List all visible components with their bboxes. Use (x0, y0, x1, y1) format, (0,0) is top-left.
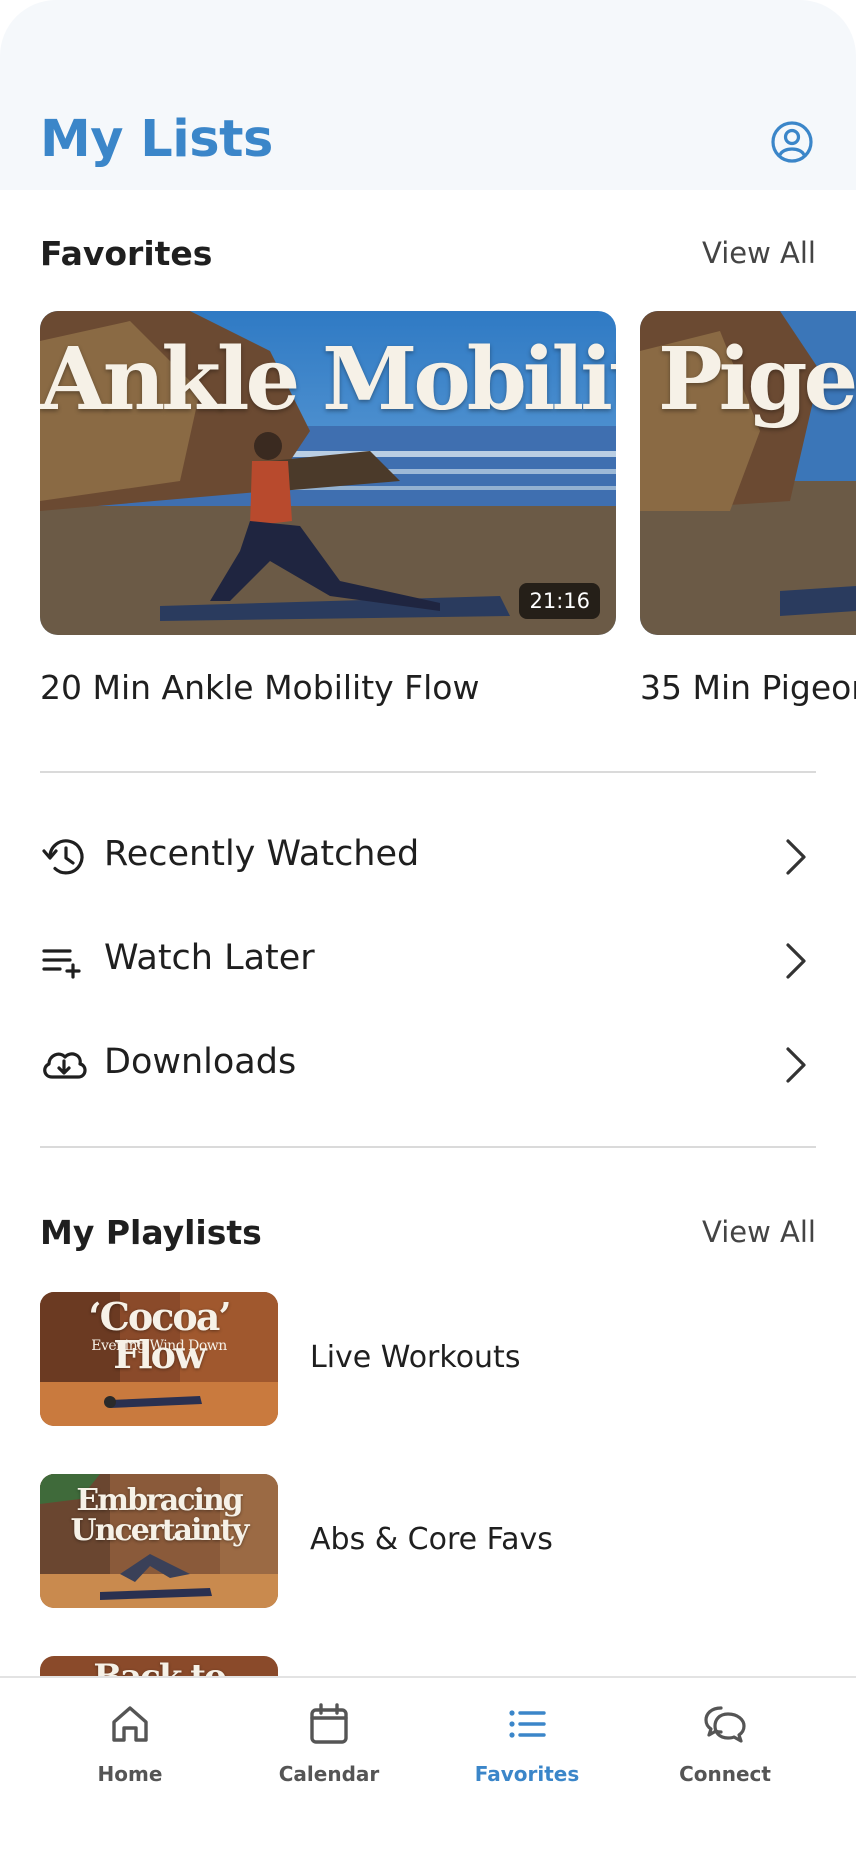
duration-badge: 21:16 (519, 583, 600, 619)
list-row-label: Watch Later (104, 938, 315, 978)
favorite-video-card[interactable]: Ankle Mobility 21:16 (40, 311, 616, 635)
favorite-video-card[interactable]: Pigeon (640, 311, 856, 635)
list-row-label: Recently Watched (104, 834, 420, 874)
playlists-view-all-link[interactable]: View All (702, 1215, 816, 1249)
playlist-thumbnail-title: Uncertainty (70, 1513, 250, 1548)
divider (40, 771, 816, 773)
playlist-thumbnail: ‘Cocoa’ Flow Evening Wind Down (40, 1292, 278, 1426)
user-circle-icon[interactable] (770, 120, 814, 164)
chevron-right-icon (786, 839, 806, 875)
playlist-thumbnail-title: ‘Cocoa’ Flow (88, 1294, 231, 1377)
favorite-video-title[interactable]: 35 Min Pigeon (640, 668, 856, 707)
favorite-video-title[interactable]: 20 Min Ankle Mobility Flow (40, 668, 480, 707)
favorites-section-title: Favorites (40, 234, 213, 273)
home-icon (112, 1706, 148, 1742)
playlist-thumbnail: Embracing Uncertainty (40, 1474, 278, 1608)
chat-bubbles-icon (704, 1706, 746, 1743)
list-icon (509, 1710, 546, 1738)
calendar-icon (310, 1703, 348, 1744)
tab-label: Favorites (474, 1762, 580, 1786)
list-row-downloads[interactable]: Downloads (40, 1025, 816, 1105)
tab-label: Connect (679, 1762, 771, 1786)
tab-favorites[interactable]: Favorites (447, 1702, 607, 1802)
playlist-item[interactable]: Back to Basics (40, 1656, 816, 1676)
tab-home[interactable]: Home (50, 1702, 210, 1802)
playlist-item[interactable]: Embracing Uncertainty Abs & Core Favs (40, 1474, 816, 1608)
thumbnail-title: Pigeon (658, 329, 856, 430)
cloud-download-icon (43, 1052, 87, 1079)
thumbnail-title: Ankle Mobility (40, 329, 616, 430)
tab-label: Home (97, 1762, 163, 1786)
tab-calendar[interactable]: Calendar (249, 1702, 409, 1802)
playlist-thumbnail: Back to Basics (40, 1656, 278, 1676)
favorites-view-all-link[interactable]: View All (702, 236, 816, 270)
chevron-right-icon (786, 1047, 806, 1083)
playlist-thumbnail-title: Embracing (76, 1483, 243, 1518)
page-title: My Lists (40, 110, 273, 169)
tab-label: Calendar (278, 1762, 380, 1786)
chevron-right-icon (786, 943, 806, 979)
tab-connect[interactable]: Connect (645, 1702, 805, 1802)
history-icon (42, 839, 84, 875)
header: My Lists (0, 0, 856, 190)
playlists-section-title: My Playlists (40, 1213, 262, 1252)
list-row-watch-later[interactable]: Watch Later (40, 921, 816, 1001)
list-row-recently-watched[interactable]: Recently Watched (40, 817, 816, 897)
playlist-item[interactable]: ‘Cocoa’ Flow Evening Wind Down Live Work… (40, 1292, 816, 1426)
playlist-thumbnail-subtitle: Evening Wind Down (91, 1338, 227, 1354)
playlist-add-icon (42, 949, 81, 979)
divider (40, 1146, 816, 1148)
playlist-thumbnail-title: Back to Basics (40, 1660, 278, 1676)
playlist-label: Live Workouts (310, 1340, 521, 1375)
list-row-label: Downloads (104, 1042, 297, 1082)
bottom-tab-bar: Home Calendar Favorites Connect (0, 1676, 856, 1852)
playlist-label: Abs & Core Favs (310, 1522, 553, 1557)
